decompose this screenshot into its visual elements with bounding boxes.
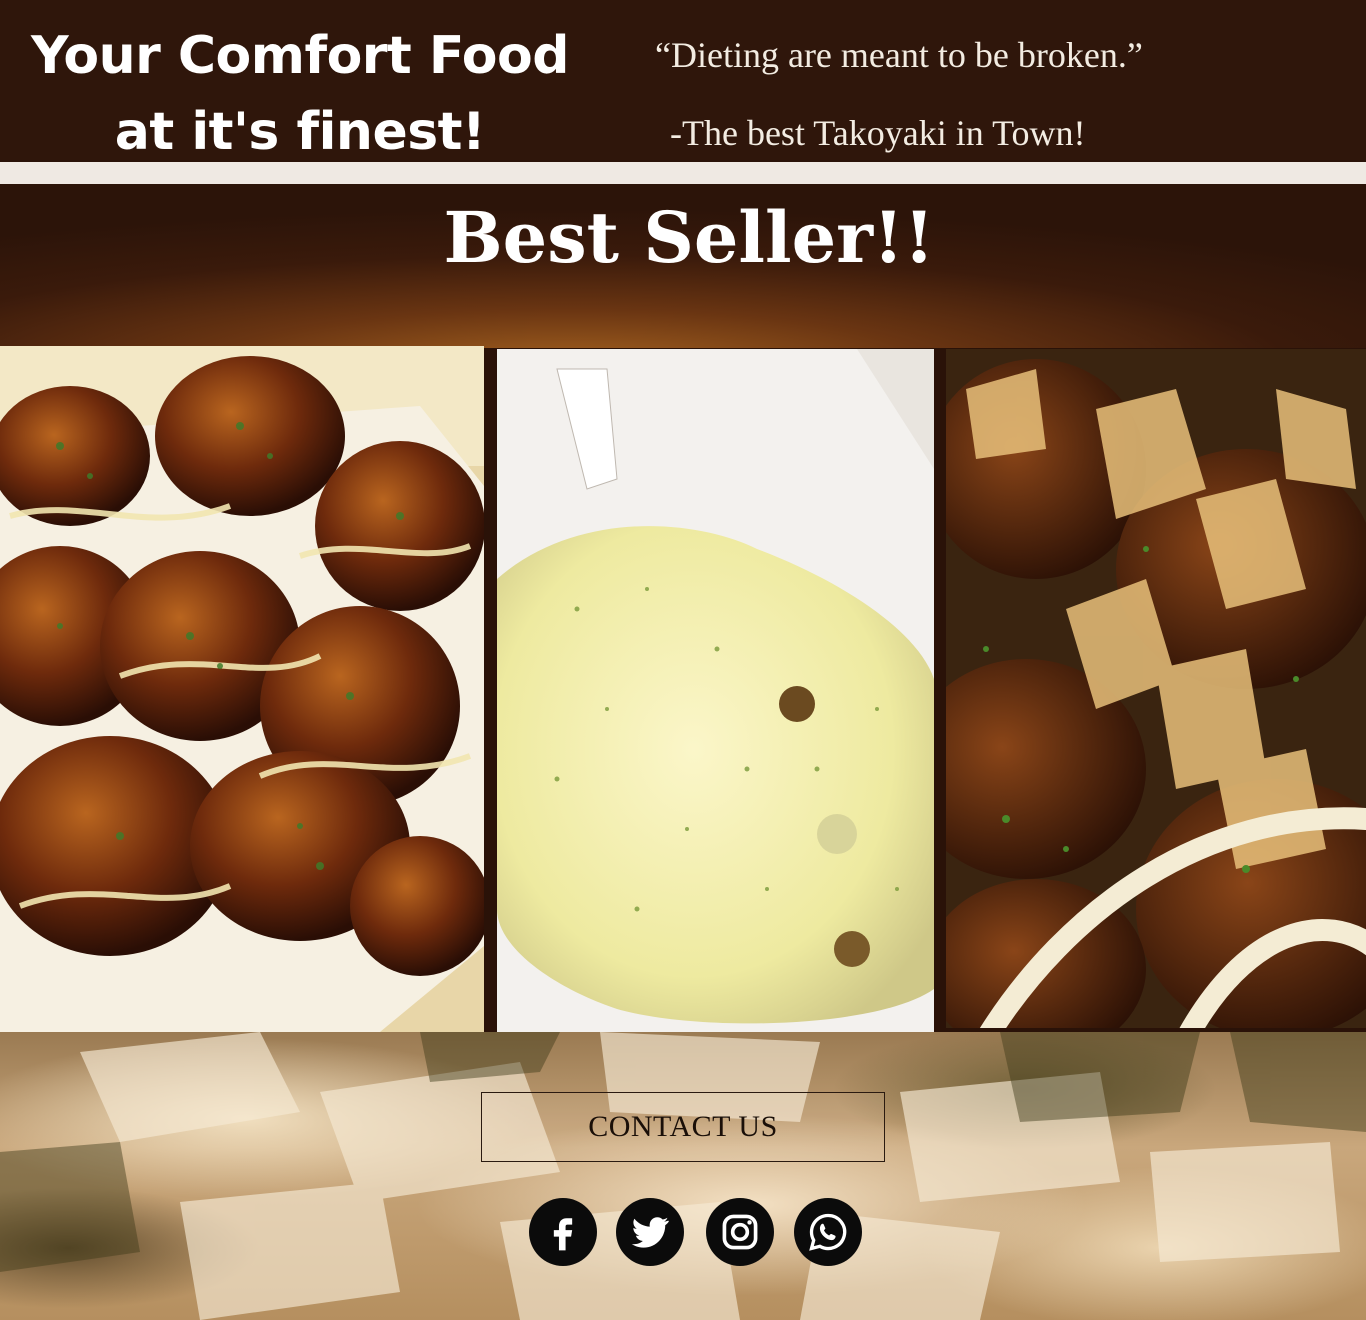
contact-us-button[interactable]: CONTACT US	[481, 1092, 885, 1162]
header-divider	[0, 162, 1366, 184]
quote-attribution: -The best Takoyaki in Town!	[670, 113, 1086, 153]
quote-text: “Dieting are meant to be broken.”	[655, 35, 1143, 75]
bottom-band	[0, 1032, 1366, 1320]
best-seller-title: Best Seller!!	[443, 196, 935, 279]
instagram-icon[interactable]	[706, 1198, 774, 1266]
takoyaki-cheese-photo	[497, 349, 934, 1032]
takoyaki-bonito-photo	[946, 349, 1366, 1028]
headline-line-2: at it's finest!	[114, 102, 486, 162]
headline-line-1: Your Comfort Food	[31, 26, 569, 86]
facebook-icon[interactable]	[529, 1198, 597, 1266]
whatsapp-icon[interactable]	[794, 1198, 862, 1266]
header-band: Your Comfort Food at it's finest! “Dieti…	[0, 0, 1366, 162]
takoyaki-sauce-photo	[0, 346, 484, 1032]
twitter-icon[interactable]	[616, 1198, 684, 1266]
headline: Your Comfort Food at it's finest!	[0, 18, 600, 170]
